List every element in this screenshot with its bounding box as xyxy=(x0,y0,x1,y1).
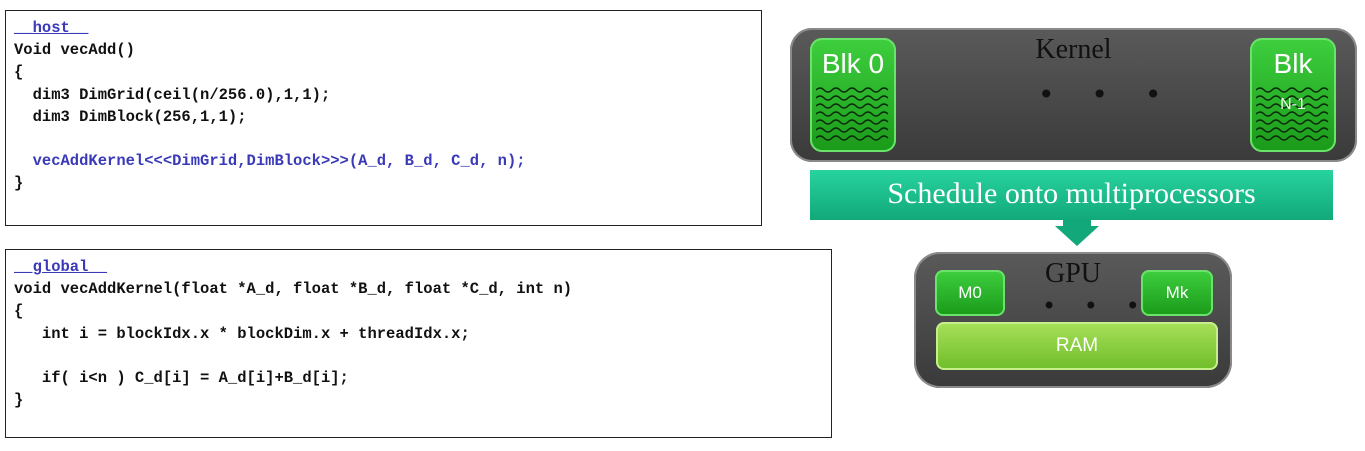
kernel-panel: Kernel • • • Blk 0 Blk N-1 xyxy=(790,28,1357,162)
block-last: Blk N-1 xyxy=(1250,38,1336,152)
block-last-sub-label: N-1 xyxy=(1280,96,1306,113)
kernel-launch-line: vecAddKernel<<<DimGrid,DimBlock>>>(A_d, … xyxy=(14,152,526,171)
down-arrow-icon xyxy=(1055,220,1099,246)
host-qualifier: __host__ xyxy=(14,19,89,37)
host-code-line: } xyxy=(14,174,24,193)
host-code-line: { xyxy=(14,63,24,82)
global-code-line: { xyxy=(14,302,24,321)
host-code-line: dim3 DimBlock(256,1,1); xyxy=(14,107,247,126)
thread-warp-icon xyxy=(1256,87,1329,141)
host-code-line: dim3 DimGrid(ceil(n/256.0),1,1); xyxy=(14,85,331,104)
thread-warp-icon xyxy=(816,87,889,141)
ram-block: RAM xyxy=(936,322,1218,370)
global-code-line: if( i<n ) C_d[i] = A_d[i]+B_d[i]; xyxy=(14,368,349,387)
global-code-line: void vecAddKernel(float *A_d, float *B_d… xyxy=(14,280,573,299)
host-code-line xyxy=(14,128,753,150)
host-code-box: __host__ Void vecAdd() { dim3 DimGrid(ce… xyxy=(5,10,762,226)
multiprocessor-last: Mk xyxy=(1141,270,1213,316)
multiprocessor-first: M0 xyxy=(935,270,1005,316)
schedule-label: Schedule onto multiprocessors xyxy=(887,177,1256,210)
global-code-line: int i = blockIdx.x * blockDim.x + thread… xyxy=(14,324,470,343)
global-qualifier: __global__ xyxy=(14,258,108,276)
block-first: Blk 0 xyxy=(810,38,896,152)
block-last-label: Blk xyxy=(1273,48,1313,79)
global-code-line: } xyxy=(14,391,24,410)
global-code-line xyxy=(14,345,823,367)
schedule-arrow: Schedule onto multiprocessors xyxy=(810,170,1333,220)
kernel-ellipsis: • • • xyxy=(1038,78,1176,111)
block-first-label: Blk 0 xyxy=(821,48,885,79)
host-code-line: Void vecAdd() xyxy=(14,41,135,60)
global-code-box: __global__ void vecAddKernel(float *A_d,… xyxy=(5,249,832,438)
gpu-ellipsis: • • • xyxy=(1042,292,1150,320)
